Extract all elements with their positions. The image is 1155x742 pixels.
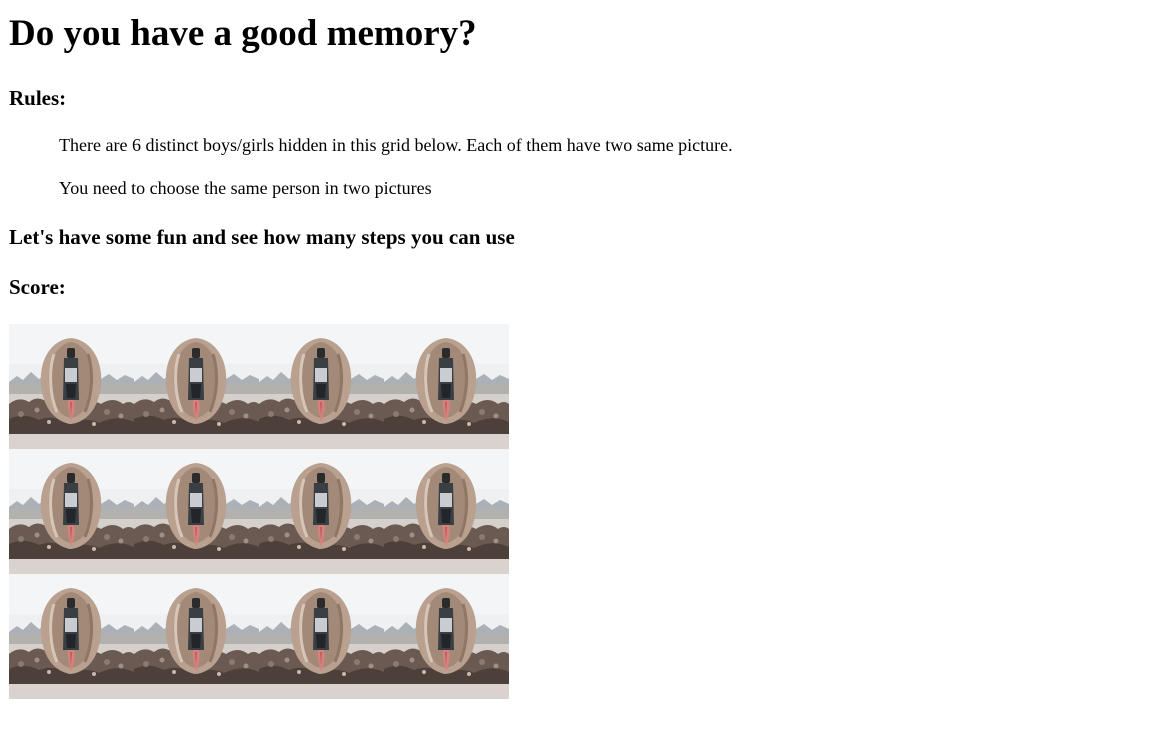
fun-heading: Let's have some fun and see how many ste… bbox=[9, 225, 515, 249]
rule-item: You need to choose the same person in tw… bbox=[59, 178, 432, 198]
memory-card[interactable] bbox=[134, 449, 259, 574]
memory-grid bbox=[9, 324, 509, 699]
card-back-image bbox=[259, 449, 384, 574]
card-back-image bbox=[134, 449, 259, 574]
memory-card[interactable] bbox=[134, 324, 259, 449]
card-back-image bbox=[134, 324, 259, 449]
card-back-image bbox=[384, 324, 509, 449]
memory-card[interactable] bbox=[259, 449, 384, 574]
memory-card[interactable] bbox=[134, 574, 259, 699]
score-label: Score: bbox=[9, 275, 66, 299]
rules-list: There are 6 distinct boys/girls hidden i… bbox=[59, 133, 733, 219]
memory-card[interactable] bbox=[9, 574, 134, 699]
rule-item: There are 6 distinct boys/girls hidden i… bbox=[59, 135, 733, 155]
memory-card[interactable] bbox=[9, 449, 134, 574]
memory-card[interactable] bbox=[384, 574, 509, 699]
card-back-image bbox=[9, 449, 134, 574]
card-back-image bbox=[384, 449, 509, 574]
page-title: Do you have a good memory? bbox=[9, 13, 477, 54]
memory-card[interactable] bbox=[259, 574, 384, 699]
memory-card[interactable] bbox=[384, 449, 509, 574]
score-row: Score: bbox=[9, 275, 66, 299]
card-back-image bbox=[9, 324, 134, 449]
card-back-image bbox=[259, 574, 384, 699]
card-back-image bbox=[9, 574, 134, 699]
memory-card[interactable] bbox=[9, 324, 134, 449]
memory-card[interactable] bbox=[259, 324, 384, 449]
rules-heading: Rules: bbox=[9, 86, 67, 110]
memory-card[interactable] bbox=[384, 324, 509, 449]
card-back-image bbox=[134, 574, 259, 699]
card-back-image bbox=[384, 574, 509, 699]
card-back-image bbox=[259, 324, 384, 449]
